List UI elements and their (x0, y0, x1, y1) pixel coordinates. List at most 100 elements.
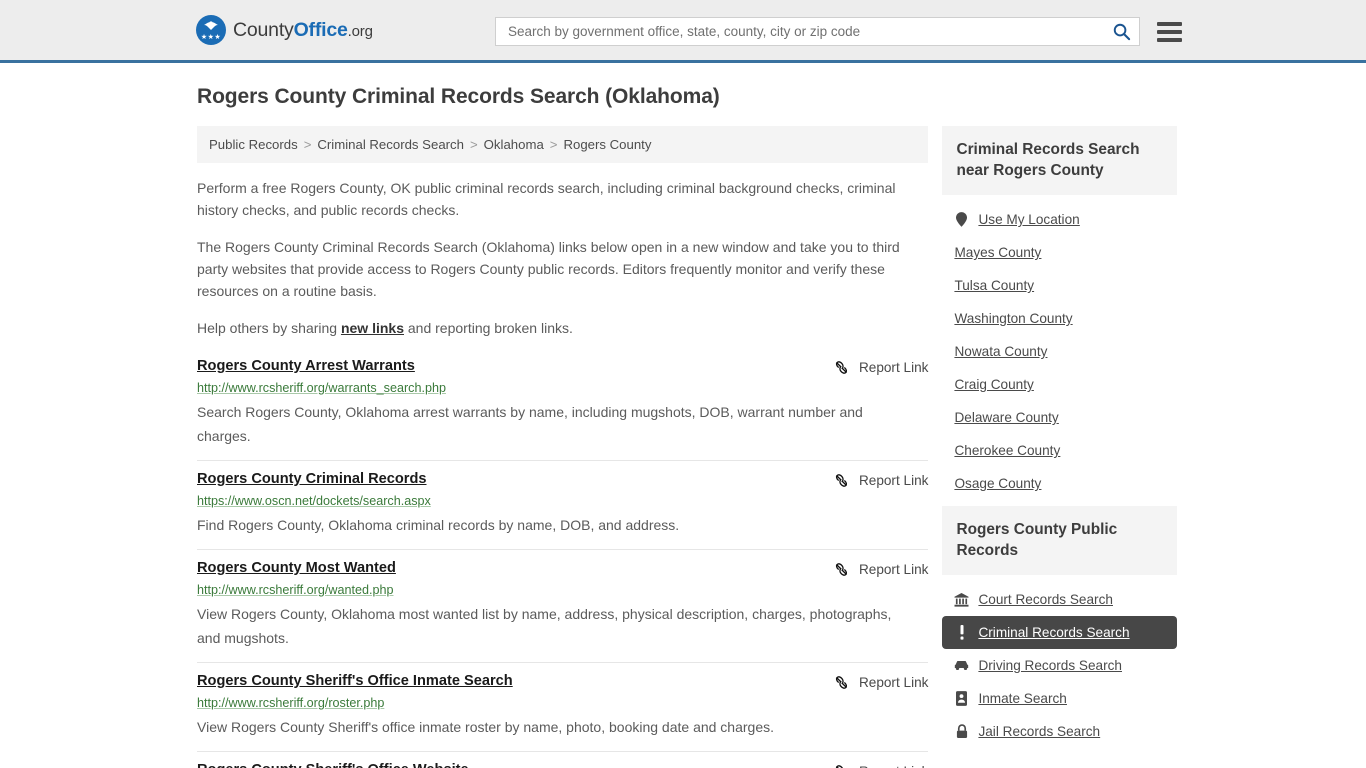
sidebar-item-criminal-records-search[interactable]: Criminal Records Search (942, 616, 1177, 649)
site-header: ★★★ CountyOffice.org (0, 0, 1366, 63)
resource-title-link[interactable]: Rogers County Arrest Warrants (197, 358, 415, 374)
broken-link-icon (833, 763, 850, 768)
resource-description: View Rogers County Sheriff's office inma… (197, 715, 912, 739)
report-link-button[interactable]: Report Link (833, 359, 929, 376)
resource-url[interactable]: https://www.oscn.net/dockets/search.aspx (197, 494, 431, 508)
lock-icon (954, 724, 969, 739)
breadcrumb-item-criminal-records-search[interactable]: Criminal Records Search (317, 137, 464, 152)
sidebar-item-cherokee-county[interactable]: Cherokee County (942, 434, 1177, 467)
sidebar-item-tulsa-county[interactable]: Tulsa County (942, 269, 1177, 302)
intro-p3-after: and reporting broken links. (404, 320, 573, 336)
resource-url[interactable]: http://www.rcsheriff.org/roster.php (197, 696, 384, 710)
content-columns: Public Records > Criminal Records Search… (189, 126, 1177, 768)
sidebar-item-label: Inmate Search (978, 691, 1066, 706)
sidebar-public-records-list: Court Records Search Criminal Records Se… (942, 575, 1177, 748)
eagle-icon (201, 20, 221, 33)
new-links-link[interactable]: new links (341, 320, 404, 336)
report-link-button[interactable]: Report Link (833, 472, 929, 489)
sidebar-item-craig-county[interactable]: Craig County (942, 368, 1177, 401)
search-box[interactable] (495, 17, 1140, 46)
header-search-group (495, 17, 1182, 46)
breadcrumb-separator: > (304, 137, 312, 152)
report-link-label: Report Link (859, 562, 929, 577)
list-item: Rogers County Criminal Records Report Li… (197, 461, 928, 550)
report-link-label: Report Link (859, 473, 929, 488)
sidebar-card-nearby: Criminal Records Search near Rogers Coun… (942, 126, 1177, 500)
logo-text-office: Office (294, 19, 348, 41)
broken-link-icon (833, 359, 850, 376)
report-link-button[interactable]: Report Link (833, 763, 929, 768)
resource-link-list: Rogers County Arrest Warrants Report Lin… (197, 352, 928, 768)
intro-paragraph-3: Help others by sharing new links and rep… (197, 317, 928, 339)
resource-description: View Rogers County, Oklahoma most wanted… (197, 602, 912, 650)
sidebar-item-inmate-search[interactable]: Inmate Search (942, 682, 1177, 715)
sidebar-item-label: Use My Location (978, 212, 1079, 227)
resource-title-link[interactable]: Rogers County Sheriff's Office Website (197, 762, 469, 768)
resource-url[interactable]: http://www.rcsheriff.org/warrants_search… (197, 381, 446, 395)
sidebar-item-court-records-search[interactable]: Court Records Search (942, 583, 1177, 616)
sidebar-item-label: Osage County (954, 476, 1041, 491)
list-item: Rogers County Arrest Warrants Report Lin… (197, 352, 928, 461)
hamburger-menu-icon[interactable] (1157, 22, 1182, 42)
sidebar-item-label: Mayes County (954, 245, 1041, 260)
list-item: Rogers County Sheriff's Office Website R… (197, 752, 928, 768)
sidebar-item-jail-records-search[interactable]: Jail Records Search (942, 715, 1177, 748)
page-title: Rogers County Criminal Records Search (O… (197, 85, 1177, 109)
list-item-header: Rogers County Arrest Warrants Report Lin… (197, 358, 928, 376)
logo-text-org: .org (348, 23, 373, 40)
list-item: Rogers County Most Wanted Report Link (197, 550, 928, 663)
page-body: Rogers County Criminal Records Search (O… (0, 63, 1366, 768)
content-container: Rogers County Criminal Records Search (O… (189, 85, 1177, 768)
sidebar-heading-nearby: Criminal Records Search near Rogers Coun… (942, 126, 1177, 195)
list-item-header: Rogers County Sheriff's Office Inmate Se… (197, 673, 928, 691)
intro-p3-before: Help others by sharing (197, 320, 341, 336)
breadcrumb-separator: > (550, 137, 558, 152)
intro-paragraph-2: The Rogers County Criminal Records Searc… (197, 236, 928, 302)
search-button[interactable] (1110, 22, 1133, 41)
report-link-button[interactable]: Report Link (833, 561, 929, 578)
sidebar-item-mayes-county[interactable]: Mayes County (942, 236, 1177, 269)
map-pin-icon (954, 212, 969, 227)
intro-text: Perform a free Rogers County, OK public … (197, 177, 928, 339)
logo-stars: ★★★ (196, 34, 226, 41)
breadcrumb-item-rogers-county[interactable]: Rogers County (563, 137, 651, 152)
list-item-header: Rogers County Most Wanted Report Link (197, 560, 928, 578)
sidebar-item-label: Cherokee County (954, 443, 1060, 458)
breadcrumb: Public Records > Criminal Records Search… (197, 126, 928, 163)
site-logo[interactable]: ★★★ CountyOffice.org (196, 15, 373, 45)
breadcrumb-item-public-records[interactable]: Public Records (209, 137, 298, 152)
id-card-icon (954, 691, 969, 706)
sidebar-item-use-my-location[interactable]: Use My Location (942, 203, 1177, 236)
list-item-header: Rogers County Criminal Records Report Li… (197, 471, 928, 489)
sidebar-item-label: Nowata County (954, 344, 1047, 359)
resource-title-link[interactable]: Rogers County Criminal Records (197, 471, 427, 487)
sidebar-card-public-records: Rogers County Public Records (942, 506, 1177, 748)
logo-text-county: County (233, 19, 294, 41)
resource-title-link[interactable]: Rogers County Sheriff's Office Inmate Se… (197, 673, 513, 689)
report-link-label: Report Link (859, 360, 929, 375)
sidebar-item-label: Driving Records Search (978, 658, 1122, 673)
sidebar-item-nowata-county[interactable]: Nowata County (942, 335, 1177, 368)
broken-link-icon (833, 472, 850, 489)
sidebar-item-label: Criminal Records Search (978, 625, 1129, 640)
sidebar-item-label: Jail Records Search (978, 724, 1100, 739)
sidebar-item-delaware-county[interactable]: Delaware County (942, 401, 1177, 434)
hamburger-bar (1157, 30, 1182, 34)
broken-link-icon (833, 561, 850, 578)
resource-url[interactable]: http://www.rcsheriff.org/wanted.php (197, 583, 393, 597)
list-item: Rogers County Sheriff's Office Inmate Se… (197, 663, 928, 752)
sidebar-item-washington-county[interactable]: Washington County (942, 302, 1177, 335)
sidebar-item-osage-county[interactable]: Osage County (942, 467, 1177, 500)
sidebar-item-driving-records-search[interactable]: Driving Records Search (942, 649, 1177, 682)
breadcrumb-item-oklahoma[interactable]: Oklahoma (484, 137, 544, 152)
car-icon (954, 658, 969, 673)
courthouse-icon (954, 592, 969, 607)
search-input[interactable] (506, 23, 1110, 40)
report-link-button[interactable]: Report Link (833, 674, 929, 691)
list-item-header: Rogers County Sheriff's Office Website R… (197, 762, 928, 768)
sidebar-item-label: Craig County (954, 377, 1033, 392)
exclamation-icon (954, 625, 969, 640)
sidebar-item-label: Court Records Search (978, 592, 1112, 607)
sidebar-heading-public-records: Rogers County Public Records (942, 506, 1177, 575)
resource-title-link[interactable]: Rogers County Most Wanted (197, 560, 396, 576)
